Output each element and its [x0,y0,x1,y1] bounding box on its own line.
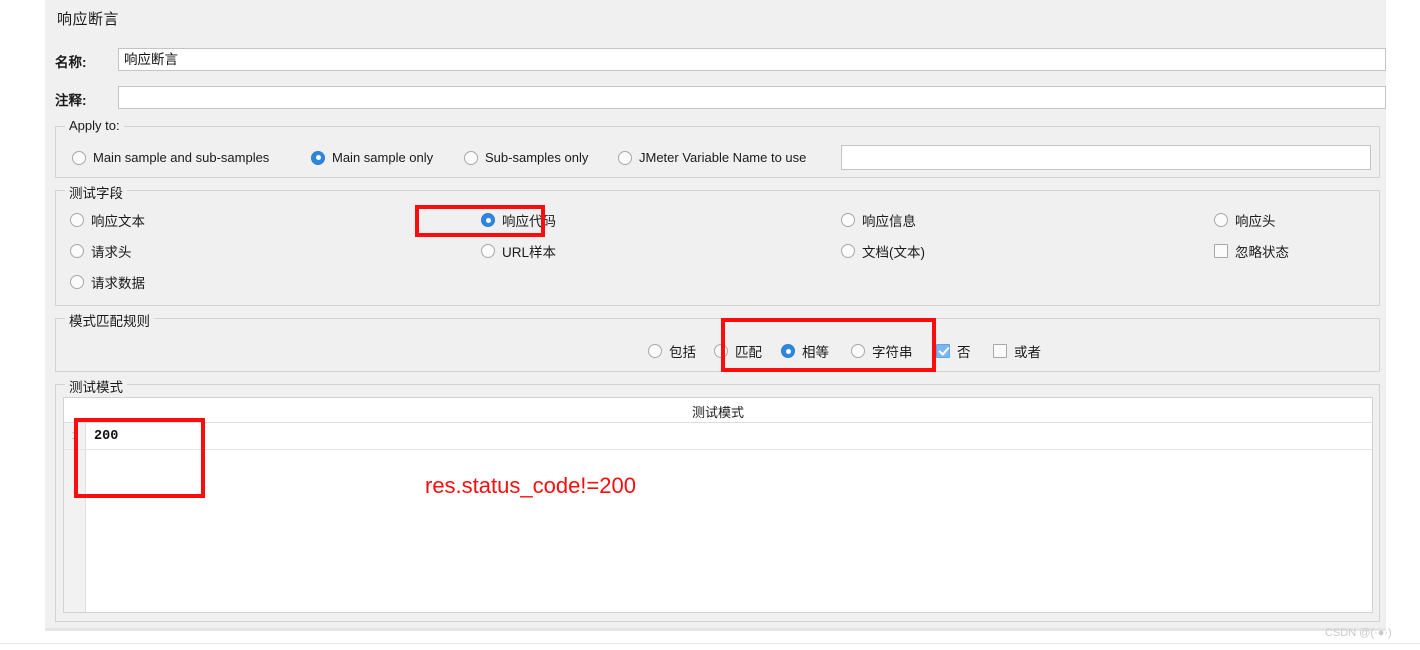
radio-matches[interactable]: 匹配 [714,341,762,361]
radio-label: URL样本 [502,245,557,260]
radio-label: 响应代码 [502,214,556,229]
page-bottom-divider [0,643,1420,644]
radio-label: 请求数据 [91,276,145,291]
comment-label: 注释: [55,93,87,108]
radio-indicator [481,244,495,258]
radio-indicator [70,244,84,258]
name-input[interactable]: 响应断言 [118,48,1386,71]
pattern-matching-rules-group: 模式匹配规则 包括 匹配 相等 字符串 否 或者 [55,310,1380,372]
radio-indicator [841,244,855,258]
radio-main-sample-only[interactable]: Main sample only [311,150,433,165]
name-label: 名称: [55,55,87,70]
radio-indicator [618,150,632,165]
comment-row: 注释: [45,86,1386,112]
apply-to-group-title: Apply to: [65,118,124,133]
checkbox-or[interactable]: 或者 [993,341,1041,361]
test-patterns-group: 测试模式 测试模式 1 200 [55,376,1380,622]
table-cell-pattern[interactable]: 200 [94,423,118,449]
checkbox-indicator [993,344,1007,358]
radio-indicator [464,150,478,165]
csdn-watermark: CSDN @(·●·) [1325,627,1392,639]
comment-input[interactable] [118,86,1386,109]
radio-label: JMeter Variable Name to use [639,150,807,165]
radio-document-text[interactable]: 文档(文本) [841,241,925,261]
radio-response-text[interactable]: 响应文本 [70,210,145,230]
page-title: 响应断言 [57,11,120,28]
radio-label: 响应信息 [862,214,916,229]
radio-label: 文档(文本) [862,245,925,260]
radio-label: 包括 [669,345,696,360]
radio-indicator [481,213,495,227]
radio-label: 请求头 [91,245,132,260]
checkbox-label: 或者 [1014,345,1041,360]
table-row-number: 1 [71,430,79,443]
radio-indicator [851,344,865,358]
test-field-group: 测试字段 响应文本 请求头 请求数据 响应代码 URL样本 响应信息 文档(文本… [55,182,1380,306]
table-column-header: 测试模式 [691,405,744,420]
radio-equals[interactable]: 相等 [781,341,829,361]
table-row-number-gutter [64,423,86,612]
radio-request-headers[interactable]: 请求头 [70,241,132,261]
radio-label: 响应头 [1235,214,1276,229]
radio-label: Main sample only [332,150,434,165]
radio-response-message[interactable]: 响应信息 [841,210,916,230]
radio-label: 字符串 [872,345,913,360]
radio-label: Main sample and sub-samples [93,150,270,165]
checkbox-label: 否 [957,345,971,360]
screenshot-root: 响应断言 名称: 响应断言 注释: Apply to: Main sample … [0,0,1420,650]
apply-to-group: Apply to: Main sample and sub-samples Ma… [55,118,1380,178]
annotation-callout-text: res.status_code!=200 [425,473,636,498]
radio-sub-samples-only[interactable]: Sub-samples only [464,150,588,165]
radio-indicator [70,275,84,289]
radio-indicator [1214,213,1228,227]
radio-label: 响应文本 [91,214,145,229]
test-patterns-table[interactable]: 测试模式 1 200 [63,397,1373,613]
table-header: 测试模式 [64,398,1372,423]
radio-jmeter-variable-name[interactable]: JMeter Variable Name to use [618,150,806,165]
radio-request-data[interactable]: 请求数据 [70,272,145,292]
checkbox-label: 忽略状态 [1235,245,1289,260]
test-field-group-title: 测试字段 [65,182,127,202]
checkbox-not[interactable]: 否 [936,341,971,361]
radio-label: Sub-samples only [485,150,589,165]
radio-url-sample[interactable]: URL样本 [481,241,556,261]
radio-label: 匹配 [735,345,762,360]
pattern-rules-group-title: 模式匹配规则 [65,310,154,330]
radio-indicator [841,213,855,227]
radio-indicator [648,344,662,358]
radio-indicator [781,344,795,358]
radio-substring[interactable]: 字符串 [851,341,913,361]
radio-indicator [311,150,325,165]
response-assertion-panel: 响应断言 名称: 响应断言 注释: Apply to: Main sample … [45,0,1386,628]
radio-response-headers[interactable]: 响应头 [1214,210,1276,230]
panel-bottom-strip [45,628,1386,631]
radio-indicator [714,344,728,358]
checkbox-indicator [936,344,950,358]
radio-response-code[interactable]: 响应代码 [481,210,556,230]
radio-contains[interactable]: 包括 [648,341,696,361]
name-row: 名称: 响应断言 [45,48,1386,74]
radio-indicator [70,213,84,227]
radio-main-sample-and-sub-samples[interactable]: Main sample and sub-samples [72,150,269,165]
radio-indicator [72,150,86,165]
jmeter-variable-name-input[interactable] [841,145,1371,170]
checkbox-ignore-status[interactable]: 忽略状态 [1214,241,1289,261]
test-patterns-group-title: 测试模式 [65,376,127,396]
checkbox-indicator [1214,244,1228,258]
table-row[interactable]: 1 200 [64,423,1372,450]
radio-label: 相等 [802,345,829,360]
